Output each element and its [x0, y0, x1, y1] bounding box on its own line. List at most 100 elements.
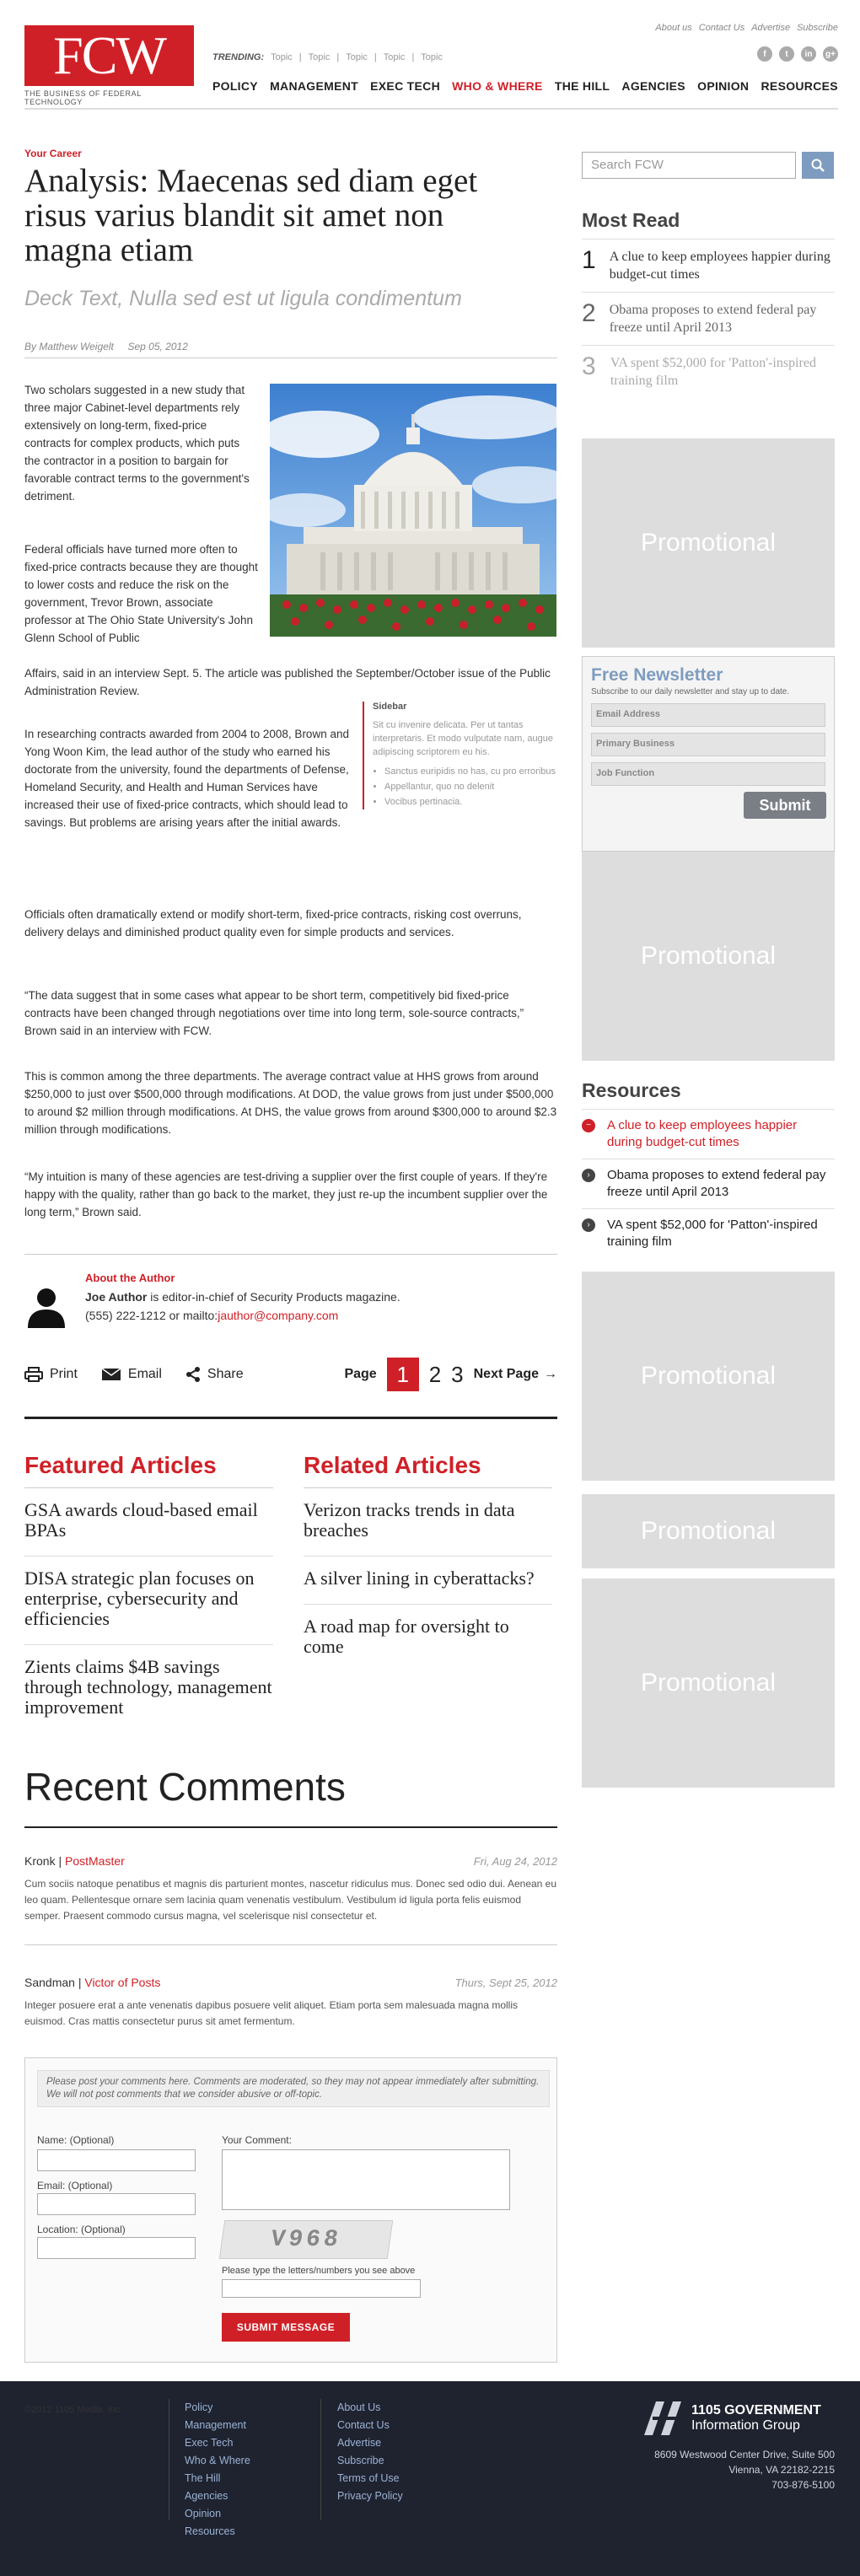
footer-link[interactable]: Resources [185, 2523, 250, 2541]
trending-topic[interactable]: Topic [346, 52, 368, 62]
most-read-title: VA spent $52,000 for 'Patton'-inspired t… [610, 356, 816, 388]
location-input[interactable] [37, 2237, 196, 2259]
resource-title: A clue to keep employees happier during … [607, 1118, 798, 1149]
author-name[interactable]: By Matthew Weigelt [24, 341, 114, 352]
most-read-rank: 3 [582, 352, 596, 380]
advertise-link[interactable]: Advertise [751, 23, 790, 33]
resource-item[interactable]: − A clue to keep employees happier durin… [582, 1110, 835, 1159]
trending-topic[interactable]: Topic [309, 52, 331, 62]
article-title: Analysis: Maecenas sed diam eget risus v… [24, 163, 478, 268]
featured-article-link[interactable]: Zients claims $4B savings through techno… [24, 1645, 273, 1733]
comment-author: Kronk [24, 1854, 56, 1868]
nav-opinion[interactable]: OPINION [697, 79, 749, 93]
about-divider [24, 1254, 557, 1255]
footer-link[interactable]: Who & Where [185, 2452, 250, 2470]
nav-the-hill[interactable]: THE HILL [555, 79, 610, 93]
most-read-item[interactable]: 1 A clue to keep employees happier durin… [582, 239, 835, 293]
footer-logo-line2: Information Group [691, 2418, 800, 2433]
featured-article-link[interactable]: GSA awards cloud-based email BPAs [24, 1488, 273, 1557]
resources-heading: Resources [582, 1079, 835, 1110]
related-article-link[interactable]: A road map for oversight to come [304, 1605, 552, 1672]
email-button[interactable]: Email [101, 1367, 162, 1382]
footer-link[interactable]: Subscribe [337, 2452, 403, 2470]
newsletter-submit-button[interactable]: Submit [744, 792, 826, 819]
footer-link[interactable]: Contact Us [337, 2417, 403, 2434]
nav-resources[interactable]: RESOURCES [761, 79, 838, 93]
header-divider [24, 108, 838, 110]
trending-topic[interactable]: Topic [384, 52, 406, 62]
search-button[interactable] [802, 152, 834, 179]
footer-link[interactable]: Policy [185, 2399, 250, 2417]
list-item: Vocibus pertinacia. [384, 794, 558, 809]
job-function-field[interactable]: Job Function [591, 762, 825, 786]
footer-link[interactable]: Privacy Policy [337, 2487, 403, 2505]
page-link[interactable]: 3 [451, 1362, 463, 1388]
primary-business-field[interactable]: Primary Business [591, 733, 825, 756]
promo-ad[interactable]: Promotional [582, 1494, 835, 1568]
footer-link[interactable]: Terms of Use [337, 2470, 403, 2487]
footer-link[interactable]: Advertise [337, 2434, 403, 2452]
page-current[interactable]: 1 [386, 1358, 419, 1391]
promo-ad[interactable]: Promotional [582, 1272, 835, 1481]
footer-address: 8609 Westwood Center Drive, Suite 500 Vi… [654, 2447, 835, 2493]
newsletter-box: Free Newsletter Subscribe to our daily n… [582, 656, 835, 852]
footer-link[interactable]: The Hill [185, 2470, 250, 2487]
nav-policy[interactable]: POLICY [212, 79, 258, 93]
trending-label: TRENDING: [212, 52, 265, 62]
email-address-field[interactable]: Email Address [591, 703, 825, 727]
email-input[interactable] [37, 2193, 196, 2215]
paragraph: “My intuition is many of these agencies … [24, 1170, 548, 1218]
comment: Kronk | PostMaster Fri, Aug 24, 2012 Cum… [24, 1853, 557, 1924]
subscribe-link[interactable]: Subscribe [797, 23, 838, 33]
promo-ad[interactable]: Promotional [582, 438, 835, 648]
footer-sections: Policy Management Exec Tech Who & Where … [185, 2399, 250, 2541]
article-sidebar: Sidebar Sit cu invenire delicata. Per ut… [363, 702, 558, 809]
address-line: 703-876-5100 [771, 2479, 835, 2491]
article-kicker[interactable]: Your Career [24, 148, 82, 159]
nav-exec-tech[interactable]: EXEC TECH [370, 79, 440, 93]
contact-us-link[interactable]: Contact Us [699, 23, 744, 33]
footer-link[interactable]: Agencies [185, 2487, 250, 2505]
next-page-link[interactable]: Next Page → [474, 1367, 557, 1382]
nav-agencies[interactable]: AGENCIES [621, 79, 685, 93]
footer-link[interactable]: About Us [337, 2399, 403, 2417]
submit-message-button[interactable]: SUBMIT MESSAGE [222, 2313, 350, 2342]
publish-date: Sep 05, 2012 [127, 341, 188, 352]
footer-link[interactable]: Exec Tech [185, 2434, 250, 2452]
name-input[interactable] [37, 2149, 196, 2171]
nav-management[interactable]: MANAGEMENT [270, 79, 358, 93]
twitter-icon[interactable]: t [779, 46, 794, 62]
featured-article-link[interactable]: DISA strategic plan focuses on enterpris… [24, 1557, 273, 1645]
page-link[interactable]: 2 [429, 1362, 441, 1388]
share-button[interactable]: Share [185, 1367, 244, 1382]
comment-date: Thurs, Sept 25, 2012 [454, 1976, 557, 1989]
linkedin-icon[interactable]: in [801, 46, 816, 62]
most-read-item[interactable]: 3 VA spent $52,000 for 'Patton'-inspired… [582, 346, 835, 398]
footer-company: About Us Contact Us Advertise Subscribe … [337, 2399, 403, 2505]
trending-topic[interactable]: Topic [421, 52, 443, 62]
promo-ad[interactable]: Promotional [582, 852, 835, 1061]
print-button[interactable]: Print [24, 1367, 78, 1382]
captcha-input[interactable] [222, 2279, 421, 2298]
comment-textarea[interactable] [222, 2149, 510, 2210]
related-article-link[interactable]: A silver lining in cyberattacks? [304, 1557, 552, 1605]
nav-who-where[interactable]: WHO & WHERE [452, 79, 543, 93]
fcw-logo[interactable]: FCW THE BUSINESS OF FEDERAL TECHNOLOGY [24, 25, 194, 106]
about-us-link[interactable]: About us [655, 23, 691, 33]
about-email-link[interactable]: jauthor@company.com [218, 1309, 338, 1322]
promo-ad[interactable]: Promotional [582, 1578, 835, 1788]
facebook-icon[interactable]: f [757, 46, 772, 62]
most-read-item[interactable]: 2 Obama proposes to extend federal pay f… [582, 293, 835, 346]
footer-link[interactable]: Management [185, 2417, 250, 2434]
about-name: Joe Author [85, 1290, 148, 1304]
footer-link[interactable]: Opinion [185, 2505, 250, 2523]
related-article-link[interactable]: Verizon tracks trends in data breaches [304, 1488, 552, 1557]
page-label: Page [344, 1367, 377, 1381]
search-input[interactable]: Search FCW [582, 152, 796, 179]
logo-tagline: THE BUSINESS OF FEDERAL TECHNOLOGY [24, 89, 142, 106]
resource-item[interactable]: › Obama proposes to extend federal pay f… [582, 1159, 835, 1209]
googleplus-icon[interactable]: g+ [823, 46, 838, 62]
trending-topic[interactable]: Topic [271, 52, 293, 62]
resource-item[interactable]: › VA spent $52,000 for 'Patton'-inspired… [582, 1209, 835, 1258]
footer-logo[interactable]: 1105 GOVERNMENT Information Group [641, 2398, 836, 2439]
